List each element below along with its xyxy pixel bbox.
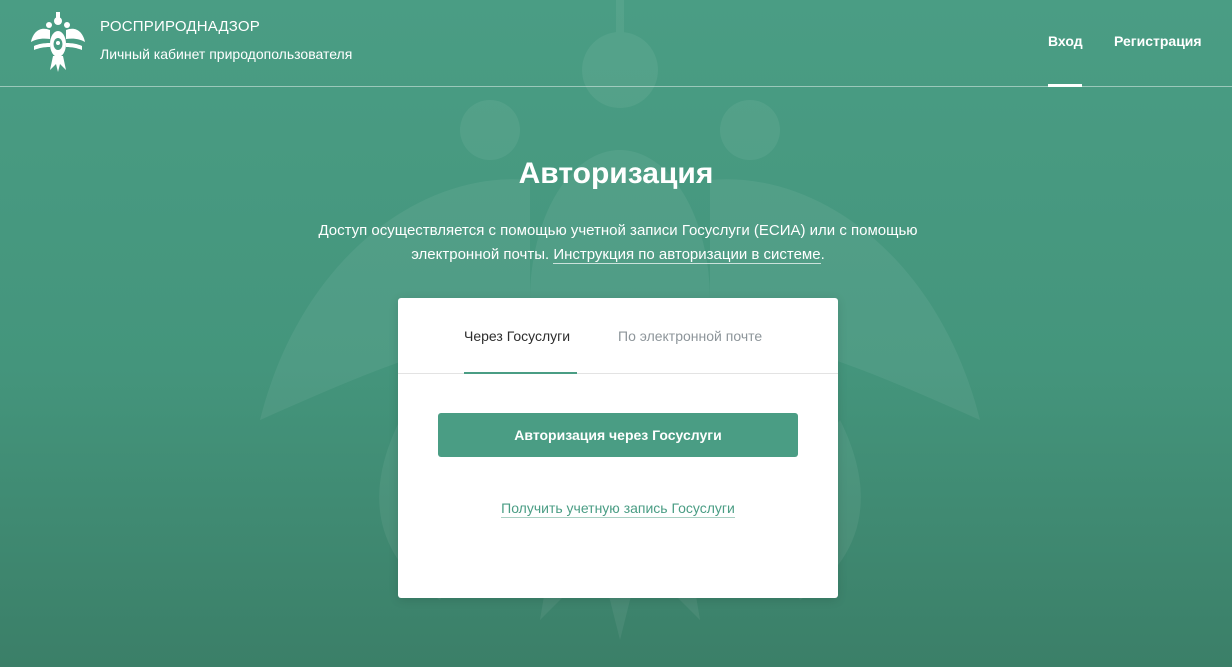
intro-end: . (820, 246, 825, 263)
cabinet-subtitle: Личный кабинет природопользователя (100, 46, 353, 62)
auth-tabs: Через Госуслуги По электронной почте (398, 298, 838, 374)
nav-register-link[interactable]: Регистрация (1114, 33, 1202, 49)
page-title: Авторизация (518, 157, 714, 190)
nav-login-link[interactable]: Вход (1048, 33, 1083, 49)
top-header: РОСПРИРОДНАДЗОР Личный кабинет природопо… (0, 0, 1232, 87)
tab-gosuslugi[interactable]: Через Госуслуги (464, 328, 570, 344)
tab-email[interactable]: По электронной почте (618, 328, 762, 344)
nav-login-active-indicator (1048, 84, 1082, 87)
auth-card: Через Госуслуги По электронной почте Авт… (398, 298, 838, 598)
tab-active-indicator (464, 372, 577, 374)
get-account-row: Получить учетную запись Госуслуги (398, 500, 838, 518)
gosuslugi-auth-button[interactable]: Авторизация через Госуслуги (438, 413, 798, 457)
auth-instruction-link[interactable]: Инструкция по авторизации в системе (553, 246, 821, 264)
get-gosuslugi-account-link[interactable]: Получить учетную запись Госуслуги (501, 500, 735, 518)
eagle-emblem-icon[interactable] (30, 12, 86, 72)
org-name: РОСПРИРОДНАДЗОР (100, 18, 260, 35)
auth-intro-text: Доступ осуществляется с помощью учетной … (290, 219, 946, 267)
